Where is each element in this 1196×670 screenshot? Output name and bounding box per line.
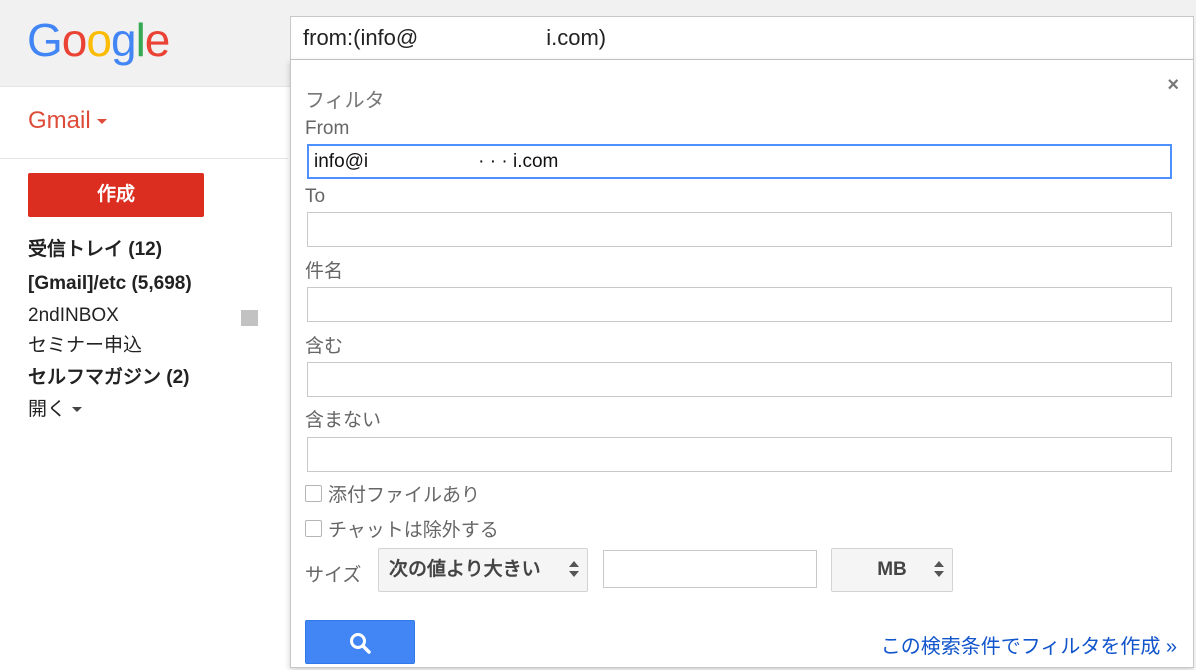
gmail-label: Gmail xyxy=(28,107,91,134)
caret-down-icon xyxy=(96,119,107,125)
has-attachment-label: 添付ファイルあり xyxy=(328,485,481,506)
sidebar-item-2ndinbox[interactable]: 2ndINBOX xyxy=(28,301,268,331)
doesnt-have-field[interactable] xyxy=(307,437,1172,472)
caret-down-icon xyxy=(72,407,83,413)
logo-letter: g xyxy=(110,14,137,66)
sidebar-item-seminar[interactable]: セミナー申込 xyxy=(28,331,268,361)
search-query-prefix: from:(info@ xyxy=(303,25,419,50)
create-filter-link[interactable]: この検索条件でフィルタを作成 » xyxy=(881,630,1177,659)
label-color-swatch[interactable] xyxy=(241,310,258,326)
size-value-input[interactable] xyxy=(603,550,817,588)
logo-letter: e xyxy=(144,14,171,66)
search-query-suffix: i.com) xyxy=(546,25,607,50)
subject-label: 件名 xyxy=(305,261,344,282)
to-label: To xyxy=(305,186,326,207)
logo-letter: o xyxy=(61,14,88,66)
sidebar-item-self-magazine[interactable]: セルフマガジン (2) xyxy=(28,361,268,395)
sidebar-item-label: 受信トレイ (12) xyxy=(28,239,163,260)
sidebar-item-more[interactable]: 開く xyxy=(28,395,268,425)
sidebar-item-label: セルフマガジン (2) xyxy=(28,367,190,388)
size-unit-value: MB xyxy=(877,559,907,580)
sidebar-item-gmail-etc[interactable]: [Gmail]/etc (5,698) xyxy=(28,267,268,301)
from-value-suffix: · · · i.com xyxy=(478,151,559,172)
size-operator-select[interactable]: 次の値より大きい xyxy=(378,548,588,592)
close-icon[interactable]: × xyxy=(1167,74,1179,97)
folder-list: 受信トレイ (12) [Gmail]/etc (5,698) 2ndINBOX … xyxy=(28,233,268,425)
exclude-chats-checkbox[interactable] xyxy=(305,520,322,537)
logo-letter: l xyxy=(135,14,146,66)
exclude-chats-option[interactable]: チャットは除外する xyxy=(305,515,499,542)
sidebar-item-label: [Gmail]/etc (5,698) xyxy=(28,273,192,294)
logo-letter: G xyxy=(27,14,63,66)
has-words-label: 含む xyxy=(305,336,344,357)
logo-letter: o xyxy=(86,14,112,66)
compose-button[interactable]: 作成 xyxy=(28,173,204,217)
from-value-prefix: info@i xyxy=(314,151,369,172)
has-attachment-option[interactable]: 添付ファイルあり xyxy=(305,480,480,507)
sidebar-item-label: セミナー申込 xyxy=(28,335,143,356)
divider xyxy=(0,158,288,159)
google-logo[interactable]: Google xyxy=(27,14,171,66)
size-unit-select[interactable]: MB xyxy=(831,548,953,592)
filter-panel: × フィルタ From info@i · · · i.com To 件名 含む 含… xyxy=(290,60,1194,668)
exclude-chats-label: チャットは除外する xyxy=(328,520,499,541)
has-attachment-checkbox[interactable] xyxy=(305,485,322,502)
gmail-app-switcher[interactable]: Gmail xyxy=(28,107,107,135)
size-label: サイズ xyxy=(305,565,362,586)
search-icon xyxy=(350,633,371,654)
from-field[interactable]: info@i · · · i.com xyxy=(307,144,1172,179)
doesnt-have-label: 含まない xyxy=(305,410,382,431)
size-operator-value: 次の値より大きい xyxy=(389,559,541,580)
select-arrows-icon xyxy=(934,561,944,579)
subject-field[interactable] xyxy=(307,287,1172,322)
sidebar-item-label: 2ndINBOX xyxy=(28,305,119,326)
from-label: From xyxy=(305,118,350,139)
search-input[interactable]: from:(info@ i.com) xyxy=(290,16,1194,60)
filter-title: フィルタ xyxy=(305,90,385,112)
sidebar-item-label: 開く xyxy=(28,399,67,420)
search-button[interactable] xyxy=(305,620,415,664)
has-words-field[interactable] xyxy=(307,362,1172,397)
left-sidebar: Gmail 作成 受信トレイ (12) [Gmail]/etc (5,698) … xyxy=(0,87,288,668)
sidebar-item-inbox[interactable]: 受信トレイ (12) xyxy=(28,233,268,267)
to-field[interactable] xyxy=(307,212,1172,247)
select-arrows-icon xyxy=(569,561,579,579)
